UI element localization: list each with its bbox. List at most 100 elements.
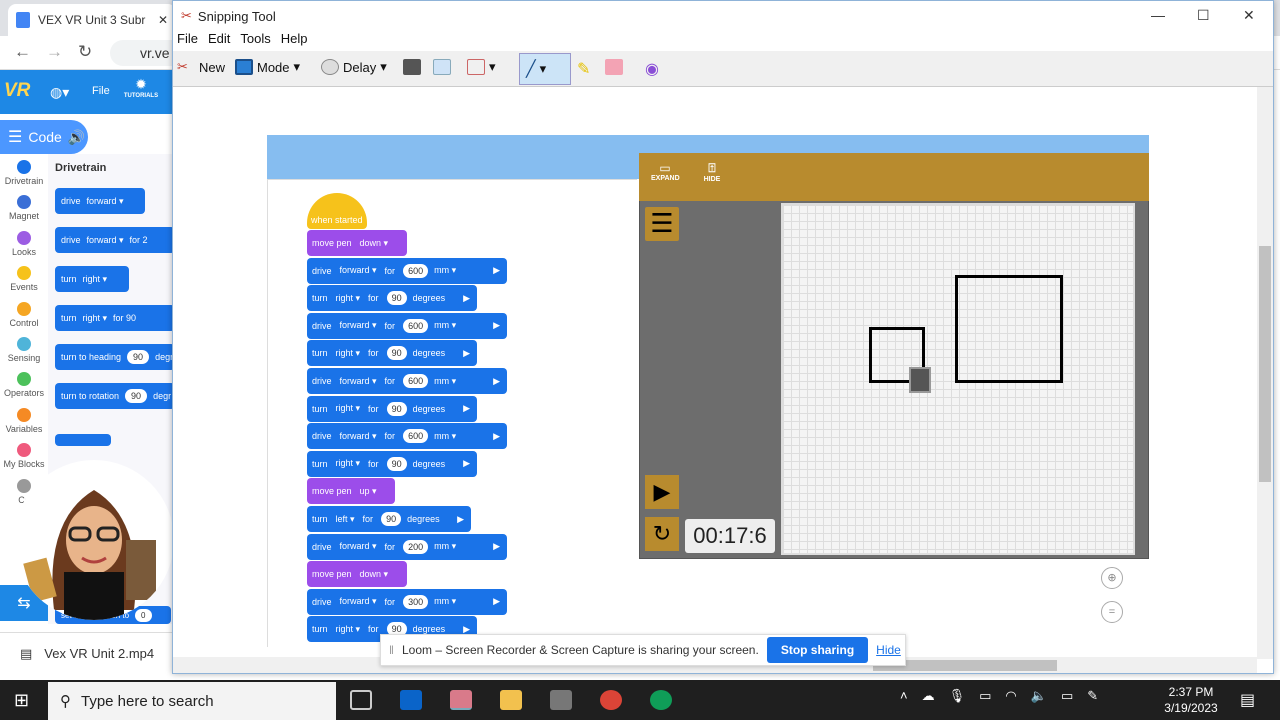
block-text[interactable]: mm ▾ — [434, 541, 456, 552]
stop-sharing-button[interactable]: Stop sharing — [766, 637, 869, 663]
palette-block[interactable]: turn to heading 90 degr — [55, 344, 175, 370]
menu-tools[interactable]: Tools — [240, 31, 270, 51]
block-value[interactable]: 600 — [403, 429, 429, 444]
expand-arrow-icon[interactable]: ▶ — [463, 348, 470, 359]
speaker-icon[interactable]: 🔊 — [68, 129, 85, 146]
wifi-icon[interactable]: ◠ — [1005, 688, 1016, 704]
chevron-down-icon[interactable]: ▾ — [489, 59, 496, 75]
play-button[interactable]: ▶ — [645, 475, 679, 509]
category-sensing[interactable]: Sensing — [0, 337, 48, 363]
taskbar-search[interactable]: ⚲ Type here to search — [48, 682, 336, 720]
expand-arrow-icon[interactable]: ▶ — [463, 403, 470, 414]
block-value[interactable]: 200 — [403, 539, 429, 554]
hamburger-menu-icon[interactable]: ☰ — [645, 207, 679, 241]
expand-arrow-icon[interactable]: ▶ — [493, 541, 500, 552]
expand-button[interactable]: ▭ EXPAND — [651, 161, 680, 182]
onedrive-icon[interactable]: ☁ — [922, 688, 935, 704]
block-text[interactable]: degrees — [413, 459, 446, 469]
drive-block[interactable]: drive forward ▾ for 600 mm ▾ ▶ — [307, 257, 507, 284]
block-text[interactable]: mm ▾ — [434, 376, 456, 387]
chevron-down-icon[interactable]: ▾ — [540, 61, 547, 77]
close-icon[interactable]: ✕ — [1243, 7, 1255, 24]
block-text[interactable]: up ▾ — [360, 486, 377, 497]
block-text[interactable]: down ▾ — [360, 569, 389, 580]
file-explorer-icon[interactable] — [500, 690, 522, 710]
palette-block[interactable]: turn right ▾ — [55, 266, 129, 292]
expand-arrow-icon[interactable]: ▶ — [493, 320, 500, 331]
turn-block[interactable]: turn right ▾ for 90 degrees ▶ — [307, 450, 477, 477]
block-text[interactable]: degrees — [413, 348, 446, 358]
pen-block[interactable]: move pen down ▾ — [307, 230, 407, 256]
expand-arrow-icon[interactable]: ▶ — [493, 596, 500, 607]
block-text[interactable]: degrees — [413, 404, 446, 414]
block-text[interactable]: right ▾ — [336, 458, 361, 469]
expand-arrow-icon[interactable]: ▶ — [463, 293, 470, 304]
block-text[interactable]: down ▾ — [360, 238, 389, 249]
category-variables[interactable]: Variables — [0, 407, 48, 434]
block-text[interactable]: right ▾ — [336, 348, 361, 359]
menu-edit[interactable]: Edit — [208, 31, 230, 51]
chevron-down-icon[interactable]: ▾ — [380, 59, 387, 75]
block-text[interactable]: degrees — [413, 293, 446, 303]
block-text[interactable]: mm ▾ — [434, 320, 456, 331]
category-operators[interactable]: Operators — [0, 372, 48, 398]
block-text[interactable]: right ▾ — [336, 624, 361, 635]
block-text[interactable]: mm ▾ — [434, 431, 456, 442]
block-text[interactable]: degrees — [413, 624, 446, 634]
app-icon[interactable] — [550, 690, 572, 710]
block-value[interactable]: 90 — [386, 456, 407, 471]
microphone-icon[interactable]: 🎙 — [949, 688, 966, 704]
block-text[interactable]: mm ▾ — [434, 265, 456, 276]
usb-icon[interactable]: ▭ — [979, 688, 991, 704]
outlook-icon[interactable] — [400, 690, 422, 710]
block-text[interactable]: forward ▾ — [340, 596, 377, 607]
snipping-tool-taskbar-icon[interactable] — [450, 690, 472, 710]
drive-block[interactable]: drive forward ▾ for 600 mm ▾ ▶ — [307, 368, 507, 394]
palette-block[interactable]: drive forward ▾ for 2 — [55, 227, 175, 253]
back-icon[interactable]: ← — [14, 42, 31, 62]
block-value[interactable]: 600 — [403, 263, 429, 278]
drag-handle-icon[interactable]: ‖ — [389, 643, 394, 657]
block-text[interactable]: mm ▾ — [434, 596, 456, 607]
block-value[interactable]: 600 — [403, 318, 429, 333]
download-bar[interactable]: ▤ Vex VR Unit 2.mp4 — [0, 632, 172, 674]
reset-button[interactable]: ↻ — [645, 517, 679, 551]
palette-block[interactable]: drive forward ▾ — [55, 188, 145, 214]
battery-icon[interactable]: ▭ — [1061, 688, 1073, 704]
maximize-icon[interactable]: ☐ — [1197, 7, 1210, 24]
pen-tray-icon[interactable]: ✎ — [1087, 688, 1098, 704]
block-text[interactable]: forward ▾ — [340, 265, 377, 276]
close-tab-icon[interactable]: ✕ — [158, 13, 168, 27]
palette-block-partial[interactable] — [55, 434, 111, 446]
block-text[interactable]: forward ▾ — [340, 376, 377, 387]
palette-block[interactable]: turn to rotation 90 degr — [55, 383, 175, 409]
new-button[interactable]: ✂ New — [177, 59, 225, 75]
category-drivetrain[interactable]: Drivetrain — [0, 160, 48, 186]
globe-icon[interactable]: ◍▾ — [50, 84, 69, 101]
category-my-blocks[interactable]: My Blocks — [0, 443, 48, 469]
eraser-button[interactable] — [605, 59, 623, 75]
chevron-up-icon[interactable]: ˄ — [900, 688, 908, 704]
zoom-reset-icon[interactable]: = — [1101, 601, 1123, 623]
pen-button[interactable]: ╱ ▾ — [519, 53, 571, 85]
mode-button[interactable]: Mode ▾ — [235, 59, 300, 75]
block-value[interactable]: 300 — [403, 594, 429, 609]
volume-icon[interactable]: 🔈 — [1031, 688, 1047, 704]
block-text[interactable]: degrees — [407, 514, 440, 524]
minimize-icon[interactable]: — — [1151, 7, 1165, 23]
hide-banner-link[interactable]: Hide — [876, 643, 901, 657]
block-text[interactable]: forward ▾ — [340, 541, 377, 552]
drive-block[interactable]: drive forward ▾ for 600 mm ▾ ▶ — [307, 312, 507, 339]
notifications-icon[interactable]: ▤ — [1240, 690, 1255, 710]
turn-block[interactable]: turn right ▾ for 90 degrees ▶ — [307, 340, 477, 367]
drive-block[interactable]: drive forward ▾ for 200 mm ▾ ▶ — [307, 533, 507, 560]
block-value[interactable]: 600 — [403, 374, 429, 388]
expand-arrow-icon[interactable]: ▶ — [463, 458, 470, 469]
block-value[interactable]: 90 — [381, 512, 402, 526]
category-magnet[interactable]: Magnet — [0, 195, 48, 221]
chevron-down-icon[interactable]: ▾ — [294, 59, 301, 75]
block-text[interactable]: right ▾ — [336, 293, 361, 304]
file-menu[interactable]: File — [92, 85, 110, 97]
menu-help[interactable]: Help — [281, 31, 308, 51]
block-value[interactable]: 90 — [386, 401, 407, 416]
